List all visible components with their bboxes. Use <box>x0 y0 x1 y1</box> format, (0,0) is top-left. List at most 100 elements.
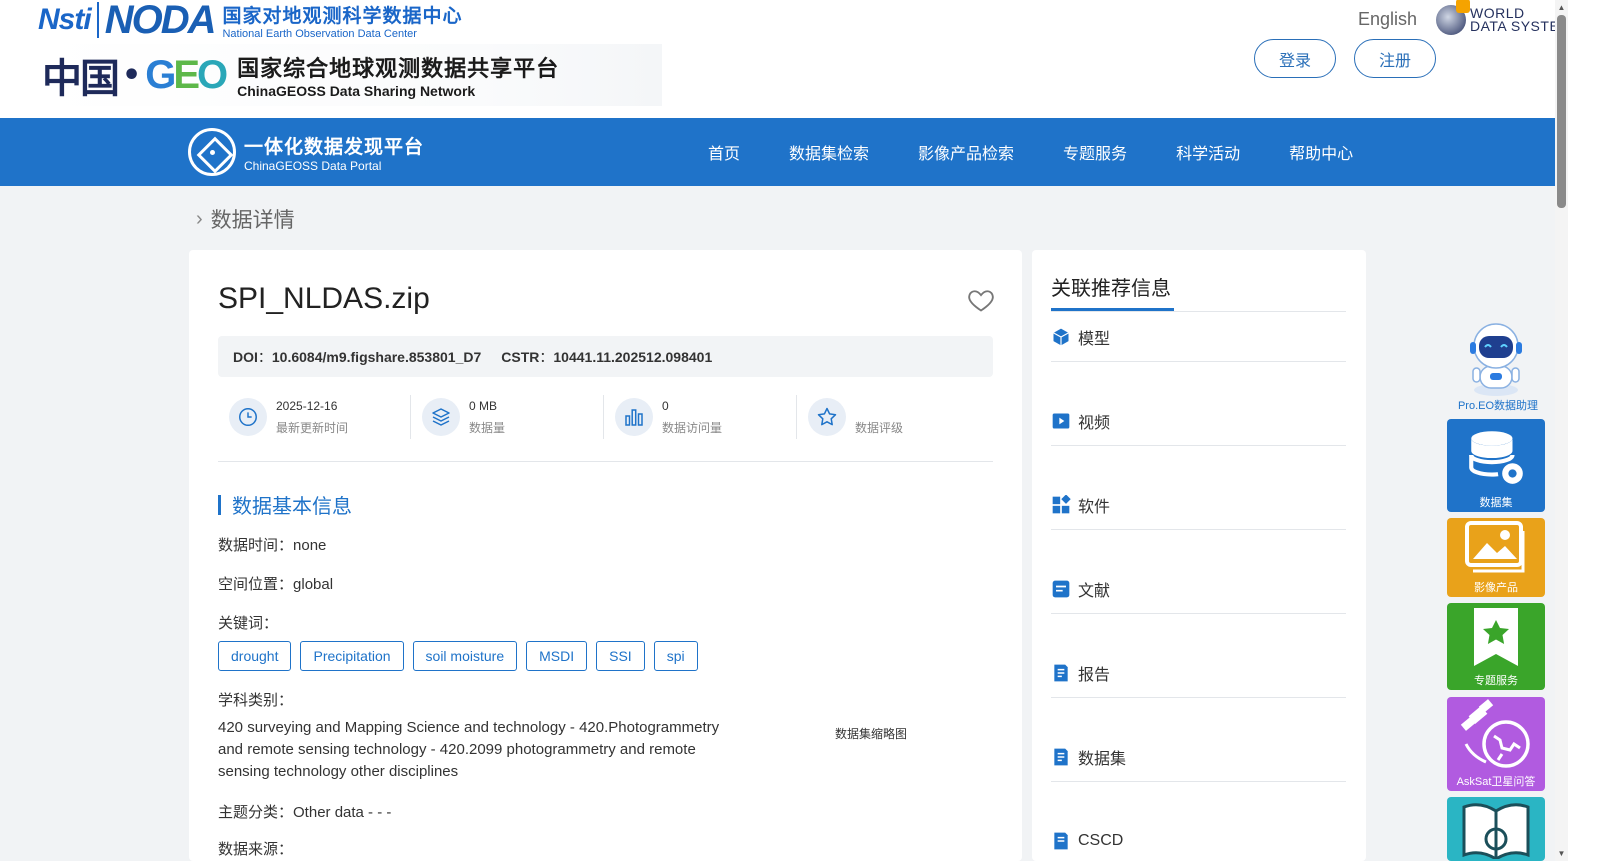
database-icon <box>1447 419 1545 494</box>
assistant-robot-icon[interactable] <box>1456 318 1536 398</box>
portal-title-cn: 一体化数据发现平台 <box>244 135 425 158</box>
bar-chart-icon <box>615 398 653 436</box>
field-subject-label: 学科类别： <box>218 692 294 709</box>
dataset-icon <box>1051 747 1071 767</box>
nsti-logo: Nsti <box>38 3 92 36</box>
scroll-thumb[interactable] <box>1557 15 1566 208</box>
float-button-label: 专题服务 <box>1474 675 1518 687</box>
stat-rating: 数据评级 <box>797 395 990 439</box>
portal-logo[interactable]: 一体化数据发现平台 ChinaGEOSS Data Portal <box>188 128 424 176</box>
related-item-dataset[interactable]: 数据集 <box>1051 732 1346 782</box>
data-time-value: none <box>293 537 327 554</box>
logo-dot: • <box>122 57 142 93</box>
related-title: 关联推荐信息 <box>1051 278 1171 300</box>
float-button-label: 数据集 <box>1479 497 1513 509</box>
stat-update-time: 2025-12-16 最新更新时间 <box>218 395 411 439</box>
keyword-tags: drought Precipitation soil moisture MSDI… <box>218 641 707 671</box>
scroll-down-arrow-icon[interactable]: ▼ <box>1555 846 1568 861</box>
geoss-title-cn: 国家综合地球观测数据共享平台 <box>237 57 560 82</box>
field-data-source: 数据来源： <box>218 841 294 858</box>
wds-logo[interactable]: WORLD DATA SYSTEM <box>1436 0 1571 40</box>
star-icon <box>808 398 846 436</box>
nav-item-topic-service[interactable]: 专题服务 <box>1063 140 1127 164</box>
keyword-tag[interactable]: soil moisture <box>412 641 518 671</box>
language-switch[interactable]: English <box>1358 9 1417 30</box>
book-icon <box>1447 797 1545 859</box>
breadcrumb-current: 数据详情 <box>210 209 295 232</box>
dataset-detail-card: SPI_NLDAS.zip DOI： 10.6084/m9.figshare.8… <box>189 250 1022 861</box>
page-scrollbar[interactable]: ▲ ▼ <box>1555 0 1568 861</box>
video-icon <box>1051 411 1071 431</box>
keyword-tag[interactable]: drought <box>218 641 292 671</box>
geo-logo: GEO <box>145 52 228 97</box>
doi-value[interactable]: 10.6084/m9.figshare.853801_D7 <box>272 349 481 365</box>
float-button-topic-service[interactable]: 专题服务 <box>1447 603 1545 690</box>
related-item-model[interactable]: 模型 <box>1051 312 1346 362</box>
float-button-label: 影像产品 <box>1474 582 1518 594</box>
identifier-box: DOI： 10.6084/m9.figshare.853801_D7 CSTR：… <box>218 336 993 377</box>
stat-label: 数据评级 <box>855 420 904 435</box>
stat-label: 数据访问量 <box>662 420 723 435</box>
related-panel: 关联推荐信息 模型 视频 软件 文献 报告 数据集 CSCD <box>1032 250 1366 861</box>
nav-menu: 首页 数据集检索 影像产品检索 专题服务 科学活动 帮助中心 <box>708 118 1353 186</box>
keyword-tag[interactable]: MSDI <box>526 641 588 671</box>
chevron-right-icon: › <box>196 207 203 230</box>
thumbnail-label: 数据集缩略图 <box>835 727 908 741</box>
stat-label: 最新更新时间 <box>276 420 349 435</box>
related-item-software[interactable]: 软件 <box>1051 480 1346 530</box>
logo-separator <box>96 2 99 38</box>
float-button-label: AskSat卫星问答 <box>1456 776 1536 788</box>
apps-icon <box>1051 494 1071 515</box>
cube-icon <box>1051 327 1071 347</box>
related-item-report[interactable]: 报告 <box>1051 648 1346 698</box>
subject-value: 420 surveying and Mapping Science and te… <box>218 719 720 780</box>
doi-label: DOI <box>233 348 258 365</box>
nav-item-image-search[interactable]: 影像产品检索 <box>918 140 1014 164</box>
noda-logo-group[interactable]: Nsti NODA 国家对地观测科学数据中心 National Earth Ob… <box>38 0 462 42</box>
float-button-asksat[interactable]: AskSat卫星问答 <box>1447 697 1545 791</box>
float-button-dataset[interactable]: 数据集 <box>1447 419 1545 512</box>
nav-item-dataset-search[interactable]: 数据集检索 <box>789 140 869 164</box>
stat-data-size: 0 MB 数据量 <box>411 395 604 439</box>
related-item-video[interactable]: 视频 <box>1051 396 1346 446</box>
keyword-tag[interactable]: spi <box>653 641 698 671</box>
favorite-heart-icon[interactable] <box>967 286 995 314</box>
keyword-tag[interactable]: Precipitation <box>300 641 404 671</box>
nav-item-science-activity[interactable]: 科学活动 <box>1176 140 1240 164</box>
cstr-label: CSTR <box>501 348 540 365</box>
top-header: Nsti NODA 国家对地观测科学数据中心 National Earth Ob… <box>0 0 1582 120</box>
nav-item-home[interactable]: 首页 <box>708 140 740 164</box>
clock-icon <box>229 398 267 436</box>
geoss-title: 国家综合地球观测数据共享平台 ChinaGEOSS Data Sharing N… <box>237 51 559 99</box>
register-button[interactable]: 注册 <box>1354 39 1436 78</box>
dataset-title: SPI_NLDAS.zip <box>218 282 430 315</box>
dataset-stats: 2025-12-16 最新更新时间 0 MB 数据量 0 数据访问量 数据评级 <box>218 394 993 462</box>
related-item-literature[interactable]: 文献 <box>1051 564 1346 614</box>
nav-item-help-center[interactable]: 帮助中心 <box>1289 140 1353 164</box>
noda-title: 国家对地观测科学数据中心 National Earth Observation … <box>222 1 462 40</box>
report-icon <box>1051 663 1071 683</box>
chinageoss-logo-group[interactable]: 中国 • GEO 国家综合地球观测数据共享平台 ChinaGEOSS Data … <box>42 44 662 106</box>
assistant-label[interactable]: Pro.EO数据助理 <box>1446 397 1550 413</box>
field-location: 空间位置：global <box>218 576 334 593</box>
login-button[interactable]: 登录 <box>1254 39 1336 78</box>
stat-label: 数据量 <box>469 420 506 435</box>
main-nav: 一体化数据发现平台 ChinaGEOSS Data Portal 首页 数据集检… <box>0 118 1555 186</box>
cstr-value[interactable]: 10441.11.202512.098401 <box>553 349 712 365</box>
layers-icon <box>422 398 460 436</box>
cscd-icon <box>1051 831 1071 851</box>
noda-title-cn: 国家对地观测科学数据中心 <box>222 4 463 27</box>
related-item-cscd[interactable]: CSCD <box>1051 816 1346 861</box>
scroll-up-arrow-icon[interactable]: ▲ <box>1555 0 1568 15</box>
stat-value <box>855 399 903 415</box>
field-data-time: 数据时间：none <box>218 537 327 554</box>
field-keywords-label: 关键词： <box>218 615 279 632</box>
bookmark-star-icon <box>1447 603 1545 672</box>
portal-compass-icon <box>188 128 236 176</box>
stat-value: 0 <box>662 398 669 413</box>
stat-visits: 0 数据访问量 <box>604 395 797 439</box>
float-button-image-product[interactable]: 影像产品 <box>1447 518 1545 597</box>
keyword-tag[interactable]: SSI <box>596 641 645 671</box>
float-button-book[interactable] <box>1447 797 1545 861</box>
noda-logo: NODA <box>104 0 217 42</box>
